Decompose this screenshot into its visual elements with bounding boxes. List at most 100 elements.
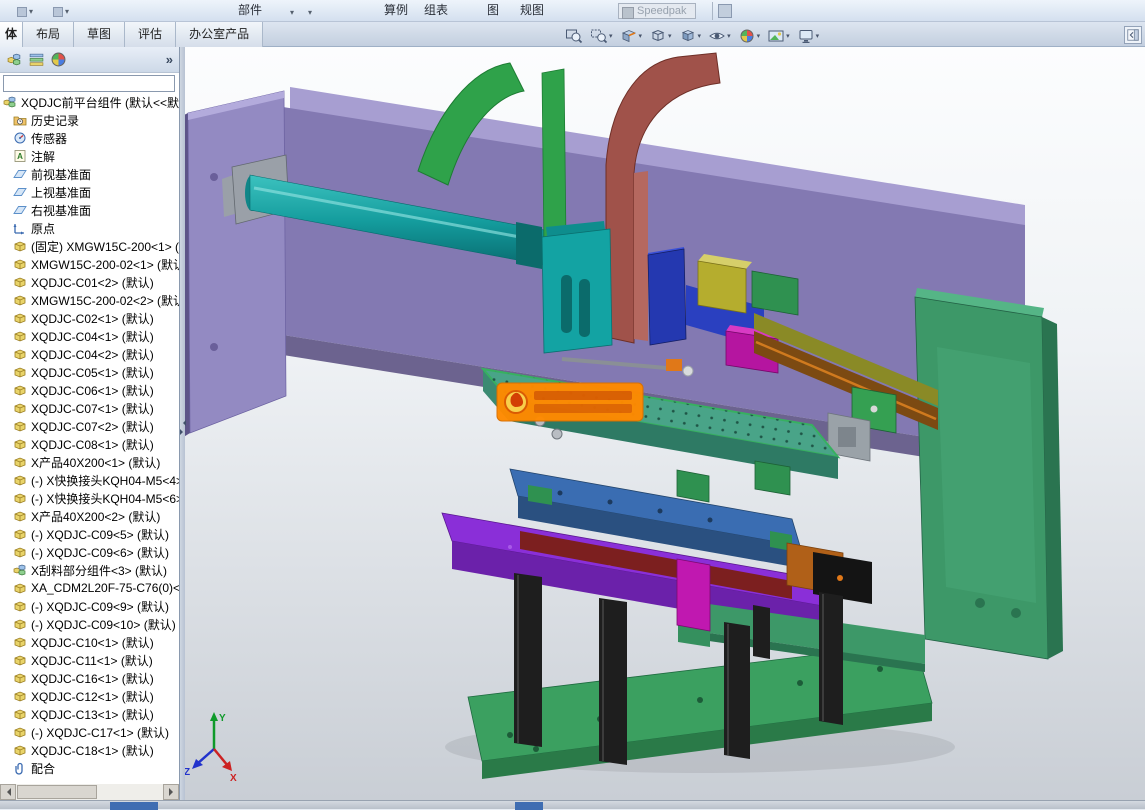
sensor-icon (13, 131, 27, 145)
zoom-area-button[interactable]: ▾ (588, 26, 615, 45)
viewport-3d[interactable]: Y Z X (180, 47, 1145, 800)
tree-item-label: X产品40X200<2> (默认) (31, 509, 161, 524)
tree-item[interactable]: (-) XQDJC-C09<10> (默认) (0, 615, 179, 633)
tree-item[interactable]: XQDJC-C02<1> (默认) (0, 309, 179, 327)
part-icon (13, 239, 27, 253)
command-item[interactable]: 算例 (384, 1, 408, 18)
tree-item[interactable]: XQDJC-C12<1> (默认) (0, 687, 179, 705)
ribbon-tab[interactable]: 草图 (74, 22, 126, 47)
graphics-area[interactable]: Y Z X (180, 47, 1145, 800)
tree-item[interactable]: 右视基准面 (0, 201, 179, 219)
tree-item[interactable]: 配合 (0, 759, 179, 777)
tree-item[interactable]: XQDJC-C04<2> (默认) (0, 345, 179, 363)
display-style-button[interactable]: ▾ (677, 26, 704, 45)
part-clamp-blocks[interactable] (676, 460, 791, 503)
tree-item[interactable]: X产品40X200<1> (默认) (0, 453, 179, 471)
scroll-left-button[interactable] (0, 784, 16, 800)
tree-item[interactable]: XQDJC-C04<1> (默认) (0, 327, 179, 345)
propertymanager-tab-icon[interactable] (26, 50, 46, 70)
tree-item[interactable]: XQDJC-C06<1> (默认) (0, 381, 179, 399)
view-settings-button[interactable]: ▾ (795, 26, 822, 45)
toolbar-button[interactable] (718, 4, 732, 18)
panel-expand-chevron[interactable]: » (166, 52, 175, 67)
mate-dropdown[interactable]: ▾ (50, 3, 78, 20)
tree-item[interactable]: XQDJC-C11<1> (默认) (0, 651, 179, 669)
tree-item[interactable]: (-) XQDJC-C09<9> (默认) (0, 597, 179, 615)
part-frame-left-plate[interactable] (180, 90, 287, 438)
part-rail-carriage[interactable] (541, 221, 613, 354)
part-icon (13, 743, 27, 757)
part-green-block[interactable] (751, 270, 799, 316)
part-icon (13, 473, 27, 487)
zoom-fit-button[interactable] (563, 26, 585, 45)
scrollbar-thumb[interactable] (17, 785, 97, 799)
chevron-down-icon: ▾ (756, 32, 761, 40)
tree-item[interactable]: (-) XQDJC-C17<1> (默认) (0, 723, 179, 741)
tree-item[interactable]: XQDJC-C13<1> (默认) (0, 705, 179, 723)
tree-item[interactable]: XQDJC-C05<1> (默认) (0, 363, 179, 381)
chevron-down-icon[interactable]: ▾ (290, 8, 294, 17)
tree-horizontal-scrollbar[interactable] (0, 784, 179, 800)
tree-item[interactable]: X产品40X200<2> (默认) (0, 507, 179, 525)
part-blue-block[interactable] (647, 247, 687, 346)
part-icon (13, 635, 27, 649)
tree-item[interactable]: 传感器 (0, 129, 179, 147)
tree-item[interactable]: (-) XQDJC-C09<6> (默认) (0, 543, 179, 561)
tree-item-label: (-) X快换接头KQH04-M5<4> ( (31, 473, 179, 488)
part-frame-right-plate[interactable] (914, 288, 1063, 660)
tree-item[interactable]: (固定) XMGW15C-200<1> (默 (0, 237, 179, 255)
note-icon: A (13, 149, 27, 163)
task-pane-collapse-button[interactable] (1124, 26, 1142, 44)
tree-item[interactable]: A 注解 (0, 147, 179, 165)
part-icon (13, 599, 27, 613)
tree-item[interactable]: (-) XQDJC-C09<5> (默认) (0, 525, 179, 543)
command-item[interactable]: 组表 (424, 1, 448, 18)
ribbon-tab[interactable]: 布局 (23, 22, 75, 47)
tree-item[interactable]: XQDJC-C07<2> (默认) (0, 417, 179, 435)
svg-text:A: A (17, 152, 23, 161)
tree-item[interactable]: XQDJC-C10<1> (默认) (0, 633, 179, 651)
tree-item[interactable]: XQDJC-C16<1> (默认) (0, 669, 179, 687)
tree-item[interactable]: XQDJC-C01<2> (默认) (0, 273, 179, 291)
view-orientation-button[interactable]: ▾ (647, 26, 674, 45)
part-icon (13, 257, 27, 271)
tree-item[interactable]: XMGW15C-200-02<1> (默认) (0, 255, 179, 273)
scroll-right-button[interactable] (163, 784, 179, 800)
tree-item[interactable]: (-) X快换接头KQH04-M5<4> ( (0, 471, 179, 489)
tree-item[interactable]: 上视基准面 (0, 183, 179, 201)
section-view-button[interactable]: ▾ (618, 26, 645, 45)
command-item[interactable]: Speedpak (618, 3, 696, 19)
featuremanager-panel: » XQDJC前平台组件 (默认<<默认>_ 历史记录传感器 A 注解前视基准面上视基… (0, 47, 180, 800)
tree-item[interactable]: XQDJC-C18<1> (默认) (0, 741, 179, 759)
tree-item[interactable]: XQDJC前平台组件 (默认<<默认>_ (0, 93, 179, 111)
hide-show-items-button[interactable]: ▾ (706, 26, 733, 45)
tree-item[interactable]: 前视基准面 (0, 165, 179, 183)
panel-splitter-handle[interactable] (179, 412, 186, 442)
tree-item[interactable]: XQDJC-C07<1> (默认) (0, 399, 179, 417)
insert-components-dropdown[interactable]: ▾ (14, 3, 42, 20)
tree-item[interactable]: (-) X快换接头KQH04-M5<6> ( (0, 489, 179, 507)
tree-item[interactable]: XQDJC-C08<1> (默认) (0, 435, 179, 453)
tree-item[interactable]: XA_CDM2L20F-75-C76(0)<1> (0, 579, 179, 597)
tree-item[interactable]: 历史记录 (0, 111, 179, 129)
tree-item[interactable]: X刮料部分组件<3> (默认) (0, 561, 179, 579)
part-icon (13, 365, 27, 379)
command-item[interactable]: 图 (487, 1, 499, 18)
apply-scene-button[interactable]: ▾ (765, 26, 792, 45)
edit-appearance-button[interactable]: ▾ (736, 26, 763, 45)
command-item[interactable]: 规图 (520, 1, 544, 18)
ribbon-tab[interactable]: 体 (0, 22, 24, 47)
tree-item[interactable]: 原点 (0, 219, 179, 237)
chevron-down-icon[interactable]: ▾ (308, 8, 312, 17)
part-magenta-post[interactable] (676, 558, 711, 632)
ribbon-tab[interactable]: 办公室产品 (176, 22, 264, 47)
part-yellow-block[interactable] (697, 254, 752, 314)
command-item[interactable]: 部件 (238, 1, 262, 18)
ribbon-tab[interactable]: 评估 (125, 22, 177, 47)
featuremanager-tab-icon[interactable] (4, 50, 24, 70)
tree-filter-input[interactable] (3, 75, 175, 92)
tree-item-label: XA_CDM2L20F-75-C76(0)<1> (31, 581, 179, 595)
configurations-tab-icon[interactable] (48, 50, 68, 70)
assembly-icon (3, 95, 17, 109)
tree-item[interactable]: XMGW15C-200-02<2> (默认) (0, 291, 179, 309)
